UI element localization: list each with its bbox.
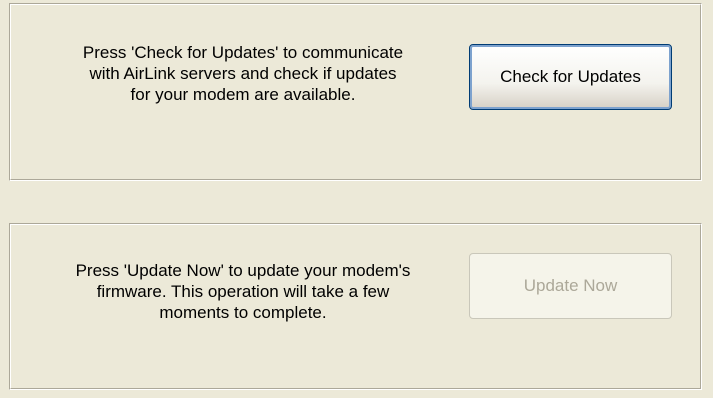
check-updates-description: Press 'Check for Updates' to communicate… — [28, 42, 458, 105]
update-now-button[interactable]: Update Now — [469, 253, 672, 319]
update-now-group: Press 'Update Now' to update your modem'… — [9, 223, 702, 390]
update-now-description-line: moments to complete. — [159, 303, 327, 322]
update-now-description: Press 'Update Now' to update your modem'… — [28, 260, 458, 323]
check-for-updates-button[interactable]: Check for Updates — [469, 44, 672, 110]
update-now-description-line: Press 'Update Now' to update your modem'… — [75, 261, 411, 280]
update-now-description-line: firmware. This operation will take a few — [96, 282, 390, 301]
updates-panel: Press 'Check for Updates' to communicate… — [0, 0, 713, 398]
check-updates-description-line: with AirLink servers and check if update… — [89, 64, 397, 83]
check-updates-description-line: Press 'Check for Updates' to communicate — [82, 43, 404, 62]
check-updates-description-line: for your modem are available. — [130, 85, 356, 104]
check-updates-group: Press 'Check for Updates' to communicate… — [9, 3, 702, 181]
